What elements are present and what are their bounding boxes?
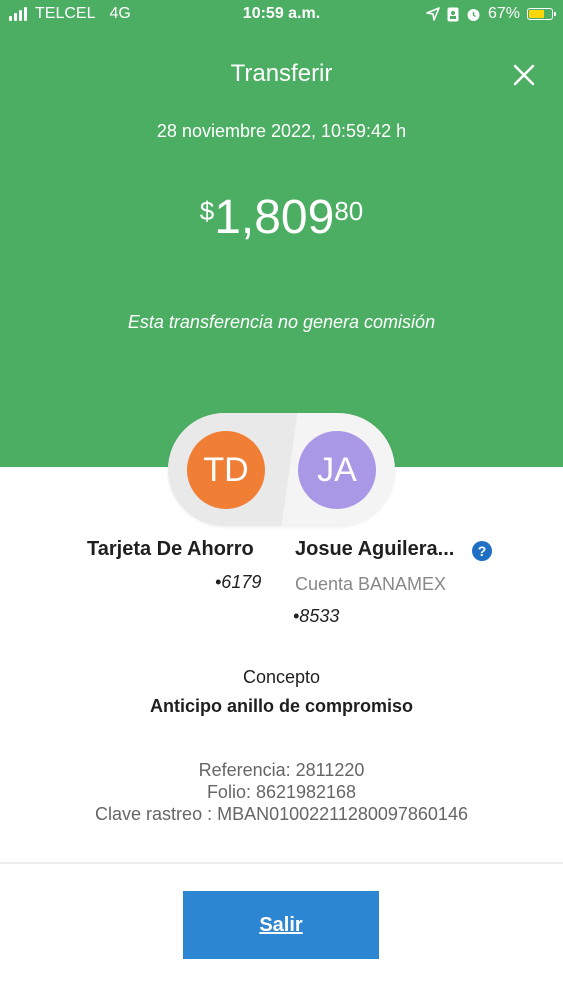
to-account-name: Josue Aguilera... bbox=[295, 538, 455, 560]
folio-text: Folio: 8621982168 bbox=[206, 782, 357, 802]
portrait-lock-icon bbox=[447, 7, 459, 21]
tracking-key-text: Clave rastreo : MBAN01002211280097860146 bbox=[95, 804, 468, 824]
divider bbox=[0, 862, 563, 864]
from-account-number: •6179 bbox=[215, 572, 262, 592]
reference-text: Referencia: 2811220 bbox=[198, 760, 365, 780]
accounts-avatar-pill: TD JA bbox=[168, 413, 395, 526]
exit-button[interactable]: Salir bbox=[183, 891, 379, 959]
to-account-number: •8533 bbox=[293, 606, 340, 626]
status-right: 67% bbox=[426, 5, 556, 23]
status-bar: TELCEL 4G 10:59 a.m. 67% bbox=[0, 0, 563, 30]
close-icon[interactable] bbox=[510, 61, 538, 89]
battery-percent: 67% bbox=[487, 5, 520, 22]
help-icon[interactable]: ? bbox=[472, 541, 492, 561]
amount-currency: $ bbox=[199, 196, 215, 226]
battery-icon bbox=[527, 8, 556, 20]
to-account-bank: Cuenta BANAMEX bbox=[295, 574, 447, 594]
transfer-amount: $1,80980 bbox=[0, 190, 563, 245]
page-title: Transferir bbox=[230, 60, 333, 87]
fee-note: Esta transferencia no genera comisión bbox=[127, 312, 436, 332]
from-account-name: Tarjeta De Ahorro bbox=[87, 538, 254, 560]
transfer-details: Referencia: 2811220 Folio: 8621982168 Cl… bbox=[0, 759, 563, 825]
from-avatar: TD bbox=[187, 431, 265, 509]
transfer-datetime: 28 noviembre 2022, 10:59:42 h bbox=[156, 121, 407, 141]
alarm-icon bbox=[467, 8, 480, 21]
concept-value: Anticipo anillo de compromiso bbox=[149, 696, 414, 716]
location-arrow-icon bbox=[426, 7, 440, 21]
to-avatar: JA bbox=[298, 431, 376, 509]
amount-decimal: 80 bbox=[334, 196, 364, 226]
amount-integer: 1,809 bbox=[214, 191, 335, 244]
concept-label: Concepto bbox=[242, 667, 321, 687]
